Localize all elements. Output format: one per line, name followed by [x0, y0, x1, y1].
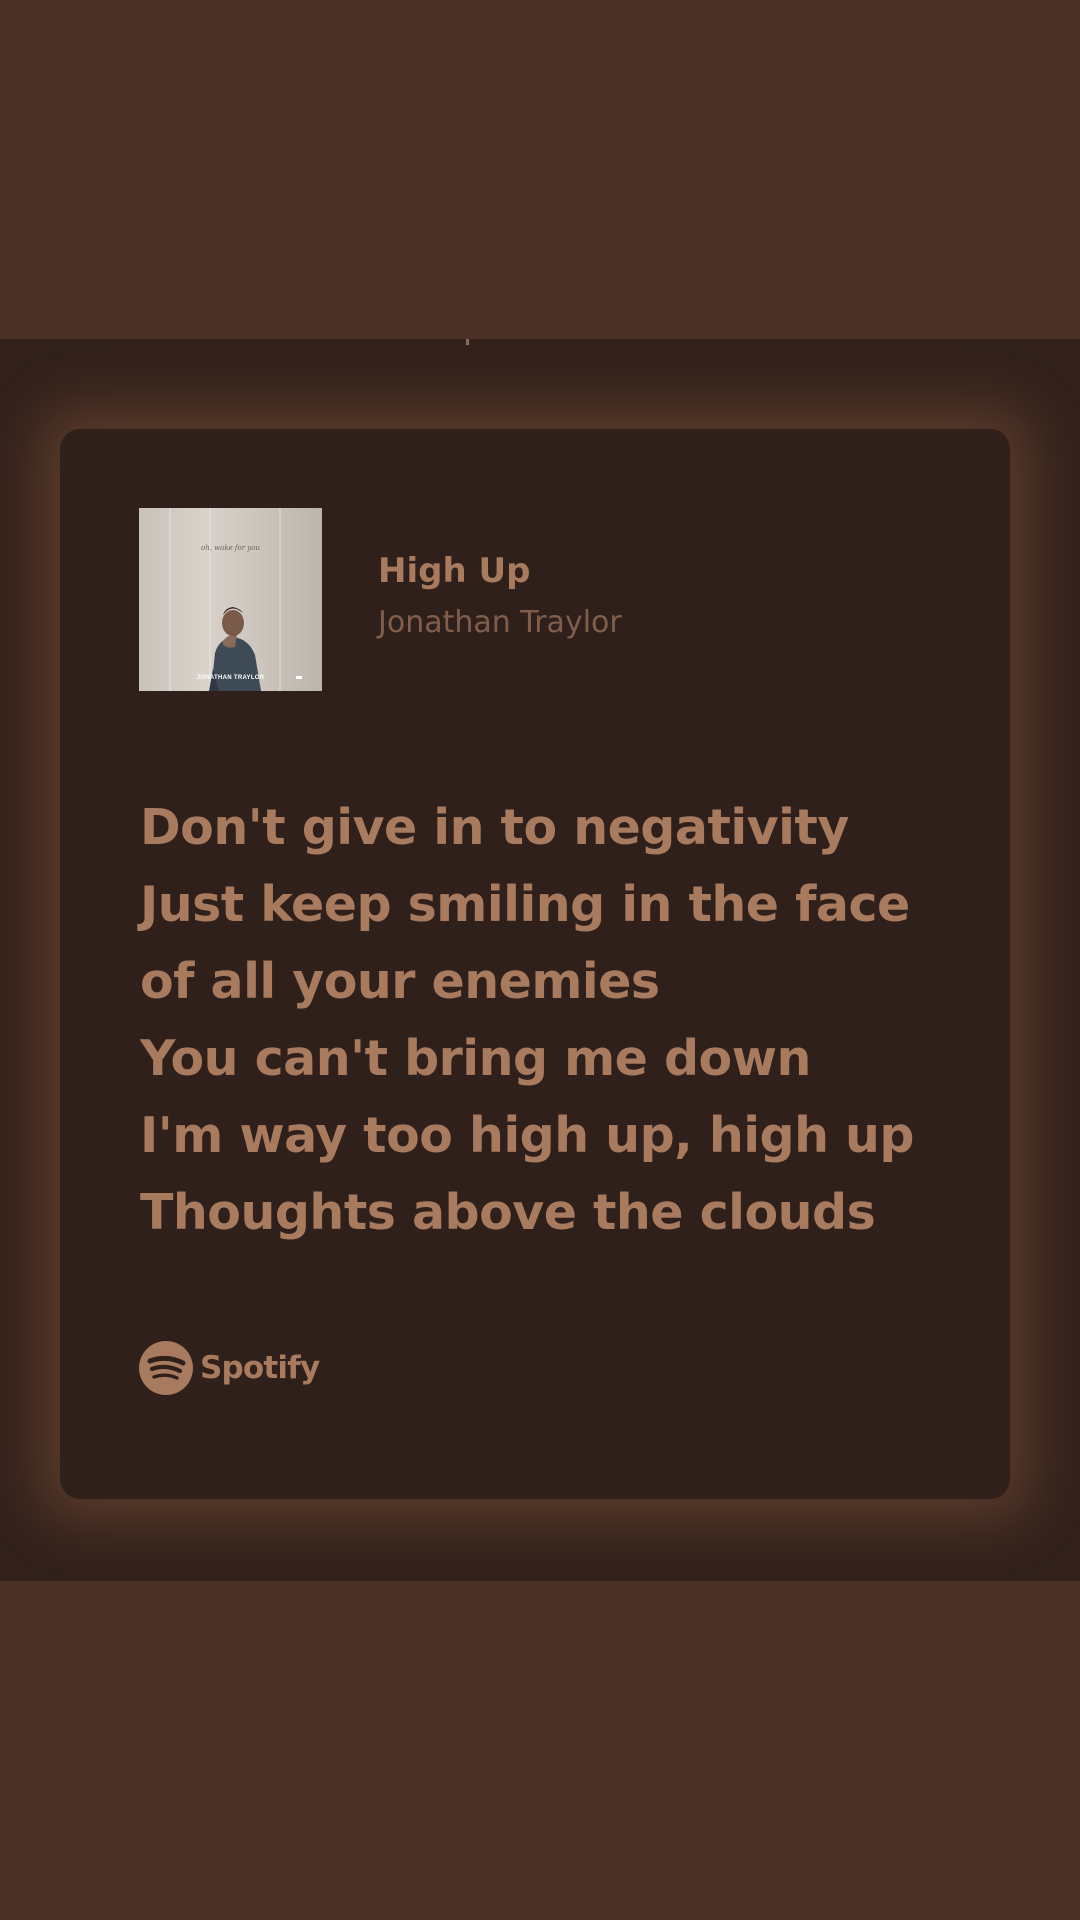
- lyrics-card: oh, wake for you JONATHAN TRAYLOR High U…: [60, 429, 1010, 1499]
- lyric-line: Thoughts above the clouds: [140, 1184, 876, 1241]
- album-art-texture: [169, 508, 171, 691]
- album-art: oh, wake for you JONATHAN TRAYLOR: [139, 508, 322, 691]
- spotify-wordmark: Spotify: [200, 1350, 320, 1386]
- album-cover-mark: [296, 676, 302, 679]
- lyric-line: Don't give in to negativity: [140, 799, 849, 856]
- lyric-line: You can't bring me down: [140, 1030, 811, 1087]
- track-title: High Up: [378, 551, 531, 591]
- track-artist: Jonathan Traylor: [378, 605, 622, 640]
- lyric-line: I'm way too high up, high up: [140, 1107, 914, 1164]
- spotify-brand: Spotify: [139, 1341, 320, 1395]
- top-background: [0, 0, 1080, 339]
- album-cover-title: oh, wake for you: [200, 544, 260, 552]
- lyric-line: of all your enemies: [140, 953, 660, 1010]
- spotify-logo-icon: [139, 1341, 193, 1395]
- lyric-line: Just keep smiling in the face: [140, 876, 910, 933]
- album-art-texture: [279, 508, 281, 691]
- album-cover-artist: JONATHAN TRAYLOR: [196, 675, 265, 681]
- lyrics-block: Don't give in to negativity Just keep sm…: [140, 789, 960, 1251]
- lyrics-share-image: oh, wake for you JONATHAN TRAYLOR High U…: [0, 339, 1080, 1581]
- bottom-background: [0, 1581, 1080, 1920]
- stage-marker: [466, 339, 469, 345]
